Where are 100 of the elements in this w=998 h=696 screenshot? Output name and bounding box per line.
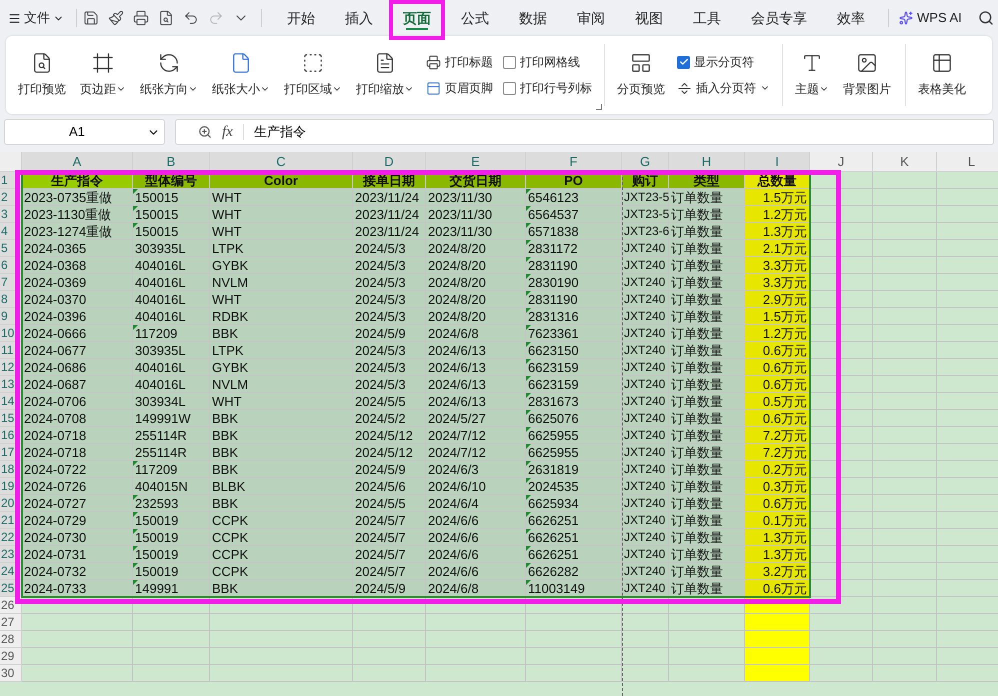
ribbon-button[interactable]: 插入分页符 xyxy=(677,78,770,98)
table-cell: 6623159 xyxy=(526,359,622,376)
table-cell: 6626282 xyxy=(526,563,622,580)
table-cell: 3.2万元 xyxy=(745,563,810,580)
checkbox[interactable] xyxy=(503,82,516,94)
table-cell: 2024/5/3 xyxy=(353,291,426,308)
ribbon-tab[interactable]: 开始 xyxy=(274,0,328,36)
table-cell: 2024-0729 xyxy=(22,512,133,529)
checkbox[interactable] xyxy=(503,56,516,68)
row-number[interactable]: 28 xyxy=(0,631,22,648)
save-icon[interactable] xyxy=(83,10,99,26)
table-cell: JXT240 xyxy=(622,274,669,291)
checkbox-label[interactable]: 打印网格线 xyxy=(520,53,580,71)
row-number[interactable]: 27 xyxy=(0,614,22,631)
select-all-corner[interactable] xyxy=(0,152,22,172)
table-cell: 150019 xyxy=(133,512,210,529)
ribbon-button[interactable]: 背景图片 xyxy=(837,45,897,105)
table-cell: 11003149 xyxy=(526,580,622,597)
table-cell: CCPK xyxy=(210,512,353,529)
table-cell: GYBK xyxy=(210,359,353,376)
ribbon-tab[interactable]: 视图 xyxy=(622,0,676,36)
column-header[interactable]: B xyxy=(133,152,210,172)
ribbon-tab[interactable]: 审阅 xyxy=(564,0,618,36)
table-cell: 6625955 xyxy=(526,427,622,444)
formula-field[interactable]: fx 生产指令 xyxy=(175,119,994,145)
checkbox-label[interactable]: 打印行号列标 xyxy=(520,79,592,97)
page-layout-icon xyxy=(630,52,652,74)
ribbon-tab[interactable]: 插入 xyxy=(332,0,386,36)
ribbon-button[interactable]: 分页预览 xyxy=(611,45,671,105)
highlight-frame xyxy=(389,0,445,40)
column-header[interactable]: A xyxy=(22,152,133,172)
ribbon-button[interactable]: 页边距 xyxy=(74,45,132,105)
table-cell: 2024-0365 xyxy=(22,240,133,257)
ribbon-button[interactable]: 纸张大小 xyxy=(206,45,276,105)
ribbon-button[interactable]: 主题 xyxy=(789,45,835,105)
column-header[interactable]: K xyxy=(873,152,937,172)
table-cell: 404016L xyxy=(133,274,210,291)
ribbon-button[interactable]: 打印预览 xyxy=(12,45,72,105)
ribbon-button[interactable]: 打印区域 xyxy=(278,45,348,105)
undo-icon[interactable] xyxy=(183,10,199,26)
column-header[interactable]: F xyxy=(526,152,622,172)
table-cell: 1.3万元 xyxy=(745,529,810,546)
checkbox[interactable] xyxy=(677,56,690,68)
table-cell: 2024/8/20 xyxy=(426,274,526,291)
table-cell: 1.5万元 xyxy=(745,308,810,325)
ribbon-tab[interactable]: 公式 xyxy=(448,0,502,36)
column-header[interactable]: D xyxy=(353,152,426,172)
ai-button[interactable]: WPS AI xyxy=(899,8,962,28)
checkbox-label[interactable]: 显示分页符 xyxy=(694,53,754,71)
brush-icon[interactable] xyxy=(108,10,124,26)
table-cell: 2024/6/10 xyxy=(426,478,526,495)
print-preview-icon xyxy=(31,52,53,74)
table-cell: JXT240 xyxy=(622,410,669,427)
print-preview-icon[interactable] xyxy=(158,10,174,26)
formula-text: 生产指令 xyxy=(254,123,306,142)
column-header[interactable]: L xyxy=(937,152,998,172)
printer-icon xyxy=(426,54,441,70)
column-header[interactable]: J xyxy=(810,152,873,172)
table-cell: JXT23-6 xyxy=(622,223,669,240)
column-header[interactable]: G xyxy=(622,152,669,172)
table-cell: 2024/6/13 xyxy=(426,342,526,359)
row-number[interactable]: 29 xyxy=(0,648,22,665)
column-header[interactable]: C xyxy=(210,152,353,172)
table-cell: 订单数量 xyxy=(669,495,745,512)
ribbon-button[interactable]: 纸张方向 xyxy=(134,45,204,105)
search-icon[interactable] xyxy=(978,10,994,26)
table-cell: 404016L xyxy=(133,291,210,308)
ribbon-tab[interactable]: 效率 xyxy=(824,0,878,36)
table-cell: 2024/6/6 xyxy=(426,512,526,529)
printer-icon[interactable] xyxy=(133,10,149,26)
table-cell: 1.2万元 xyxy=(745,325,810,342)
column-header[interactable]: I xyxy=(745,152,810,172)
ribbon-button[interactable]: 打印标题 xyxy=(426,52,493,72)
row-number[interactable]: 30 xyxy=(0,665,22,682)
text-style-icon xyxy=(801,52,823,74)
file-menu[interactable]: 文件 xyxy=(0,5,70,31)
table-cell: 2024-0718 xyxy=(22,444,133,461)
function-label[interactable]: fx xyxy=(222,120,233,144)
table-cell: 0.6万元 xyxy=(745,495,810,512)
zoom-icon[interactable] xyxy=(198,125,212,139)
column-header[interactable]: E xyxy=(426,152,526,172)
dashed-area-icon xyxy=(302,52,324,74)
table-cell: 订单数量 xyxy=(669,240,745,257)
table-cell: 2831316 xyxy=(526,308,622,325)
ribbon-tab[interactable]: 数据 xyxy=(506,0,560,36)
table-cell: 2024/6/3 xyxy=(426,461,526,478)
ribbon-button[interactable]: 打印缩放 xyxy=(350,45,420,105)
ribbon-tab[interactable]: 会员专享 xyxy=(738,0,820,36)
ribbon-tab[interactable]: 页面 xyxy=(390,0,444,36)
column-header[interactable]: H xyxy=(669,152,745,172)
name-box[interactable]: A1 xyxy=(4,119,165,145)
ribbon-tab[interactable]: 工具 xyxy=(680,0,734,36)
table-cell: 订单数量 xyxy=(669,308,745,325)
table-cell: JXT240 xyxy=(622,359,669,376)
page-icon xyxy=(230,52,252,74)
dialog-launcher-icon[interactable] xyxy=(596,104,602,110)
table-cell: CCPK xyxy=(210,563,353,580)
ribbon-button[interactable]: 表格美化 xyxy=(912,45,972,105)
table-cell: BBK xyxy=(210,427,353,444)
ribbon-button[interactable]: 页眉页脚 xyxy=(426,78,493,98)
